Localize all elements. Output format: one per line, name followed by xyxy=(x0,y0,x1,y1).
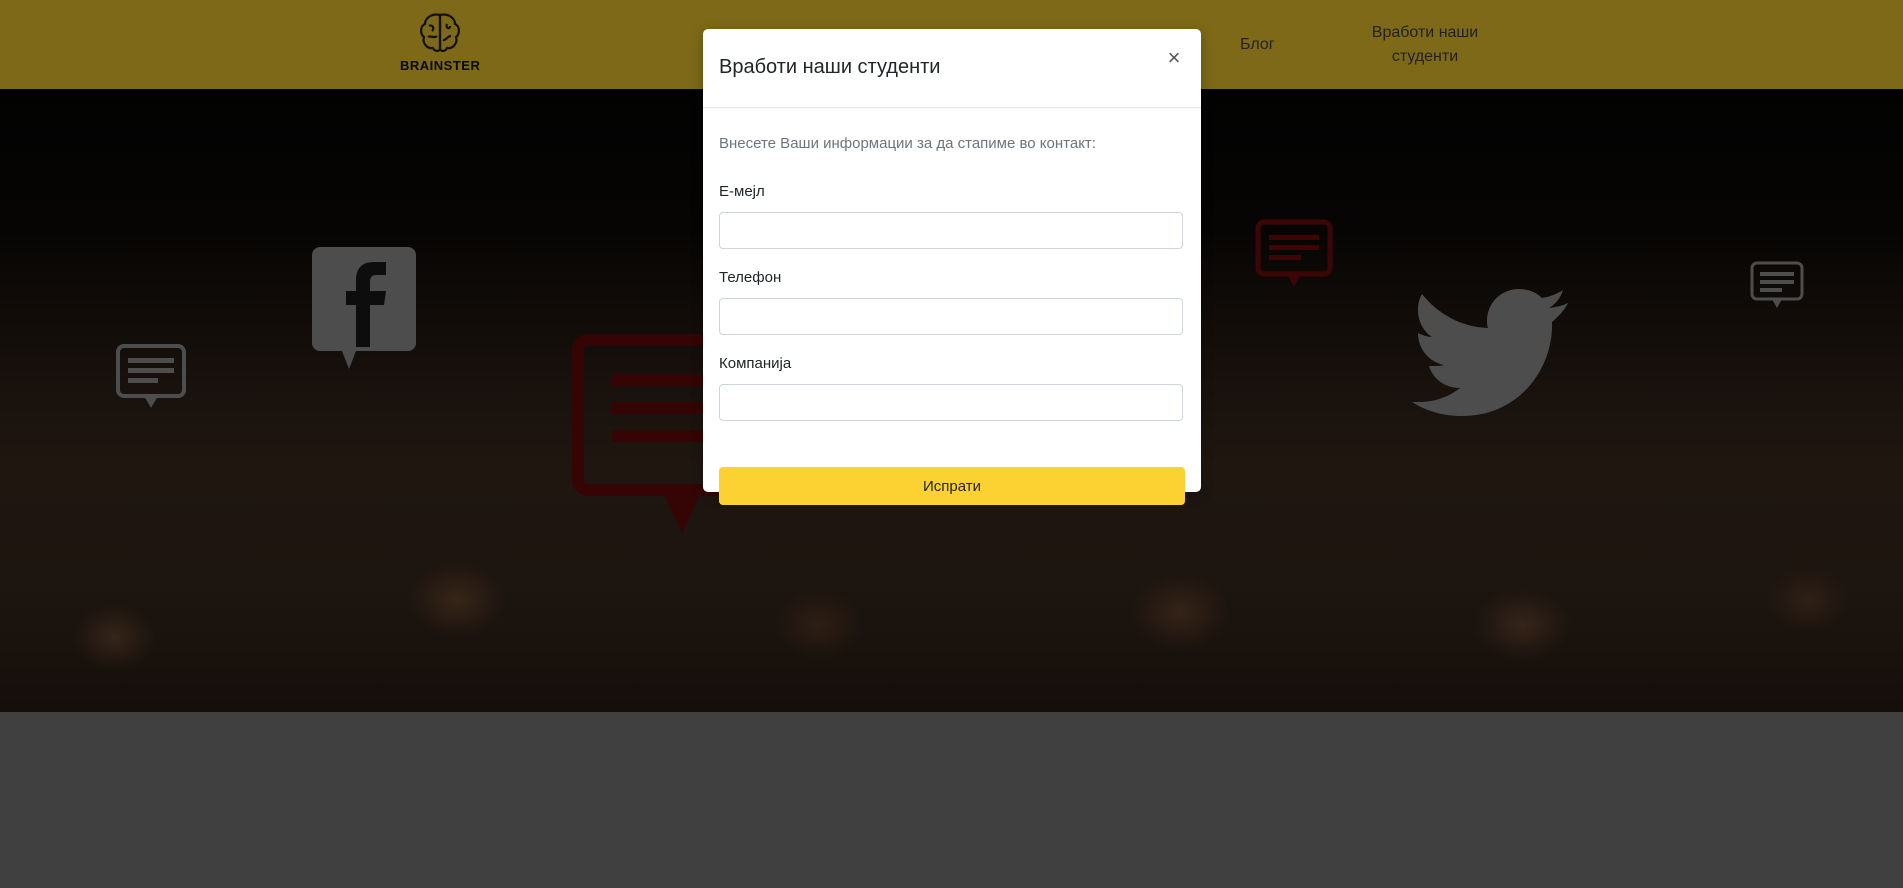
modal-intro-text: Внесете Ваши информации за да стапиме во… xyxy=(719,135,1096,152)
company-field[interactable] xyxy=(719,384,1183,421)
phone-label: Телефон xyxy=(719,269,782,286)
hire-students-modal: Вработи наши студенти × Внесете Ваши инф… xyxy=(703,29,1201,505)
modal-title: Вработи наши студенти xyxy=(719,56,941,78)
submit-button[interactable]: Испрати xyxy=(719,467,1185,505)
company-label: Компанија xyxy=(719,355,792,372)
modal-header: Вработи наши студенти × xyxy=(703,29,1201,108)
close-icon[interactable]: × xyxy=(1163,47,1185,69)
phone-field[interactable] xyxy=(719,298,1183,335)
email-field[interactable] xyxy=(719,212,1183,249)
email-label: Е-мејл xyxy=(719,183,765,200)
